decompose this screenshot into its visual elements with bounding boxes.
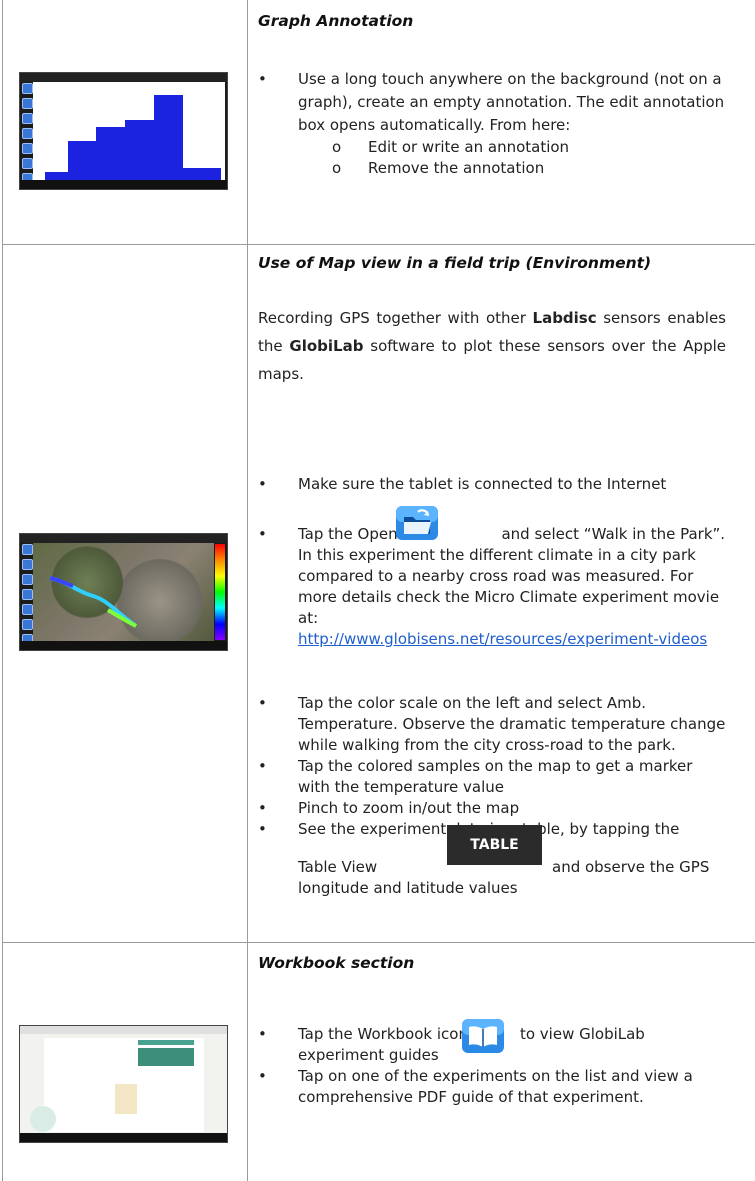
- map-bullets: Tap the color scale on the left and sele…: [258, 693, 728, 840]
- list-item: Use a long touch anywhere on the backgro…: [258, 68, 728, 179]
- bar: [67, 140, 97, 180]
- bar: [44, 172, 68, 180]
- app-topbar: [20, 73, 227, 82]
- list-item: Tap the colored samples on the map to ge…: [258, 756, 728, 798]
- header-band: [138, 1040, 194, 1045]
- android-navbar: [20, 1133, 227, 1142]
- list-item: Tap the color scale on the left and sele…: [258, 693, 728, 756]
- bar: [125, 120, 154, 180]
- labdisc-bold: Labdisc: [532, 309, 597, 327]
- graph-bullets: Use a long touch anywhere on the backgro…: [258, 68, 728, 179]
- bar: [182, 168, 222, 180]
- list-item-text: Tap the Workbook icon: [298, 1025, 468, 1043]
- gps-track: [49, 576, 138, 628]
- list-item-text: Use a long touch anywhere on the backgro…: [298, 70, 725, 134]
- workbook-thumbnail: [19, 1025, 228, 1143]
- table-view-text: Table View: [298, 858, 378, 876]
- section-title-map: Use of Map view in a field trip (Environ…: [258, 254, 652, 272]
- android-navbar: [20, 180, 227, 189]
- bar: [153, 94, 183, 180]
- figure: [115, 1084, 137, 1114]
- list-item: Make sure the tablet is connected to the…: [258, 474, 728, 495]
- section-title-graph: Graph Annotation: [258, 12, 414, 30]
- sub-list: Edit or write an annotation Remove the a…: [298, 137, 728, 179]
- globilab-bold: GlobiLab: [289, 337, 364, 355]
- map-intro: Recording GPS together with other Labdis…: [258, 304, 726, 388]
- android-navbar: [20, 641, 227, 650]
- toolbar: [22, 83, 33, 188]
- color-scale: [215, 544, 225, 640]
- row-divider: [2, 244, 755, 245]
- menu-box: [138, 1048, 194, 1066]
- pdf-page: [20, 1026, 227, 1133]
- list-item: Tap the Open iconand select “Walk in the…: [258, 524, 728, 650]
- app-topbar: [20, 534, 227, 543]
- browser-bar: [20, 1026, 227, 1034]
- sub-item: Edit or write an annotation: [258, 137, 728, 158]
- experiment-videos-link[interactable]: http://www.globisens.net/resources/exper…: [298, 630, 707, 648]
- list-item: Tap on one of the experiments on the lis…: [258, 1066, 728, 1108]
- text: and observe the GPS: [552, 858, 710, 876]
- sub-item: Remove the annotation: [258, 158, 728, 179]
- section-title-workbook: Workbook section: [258, 954, 415, 972]
- map-bullets: Make sure the tablet is connected to the…: [258, 474, 728, 495]
- decoration: [30, 1106, 56, 1132]
- list-item: Pinch to zoom in/out the map: [258, 798, 728, 819]
- folder-open-icon[interactable]: [395, 505, 439, 541]
- text: longitude and latitude values: [298, 879, 518, 897]
- toolbar: [22, 544, 33, 649]
- map-bullets: Tap the Open iconand select “Walk in the…: [258, 524, 728, 650]
- graph-thumbnail: [19, 72, 228, 190]
- row-divider: [2, 942, 755, 943]
- column-divider: [247, 0, 248, 1181]
- table-border-left: [2, 0, 3, 1181]
- bar: [96, 127, 126, 180]
- table-view-button[interactable]: TABLE: [447, 825, 542, 865]
- graph-area: [33, 82, 225, 180]
- text: Recording GPS together with other: [258, 309, 533, 327]
- map-thumbnail: [19, 533, 228, 651]
- book-icon[interactable]: [461, 1018, 505, 1054]
